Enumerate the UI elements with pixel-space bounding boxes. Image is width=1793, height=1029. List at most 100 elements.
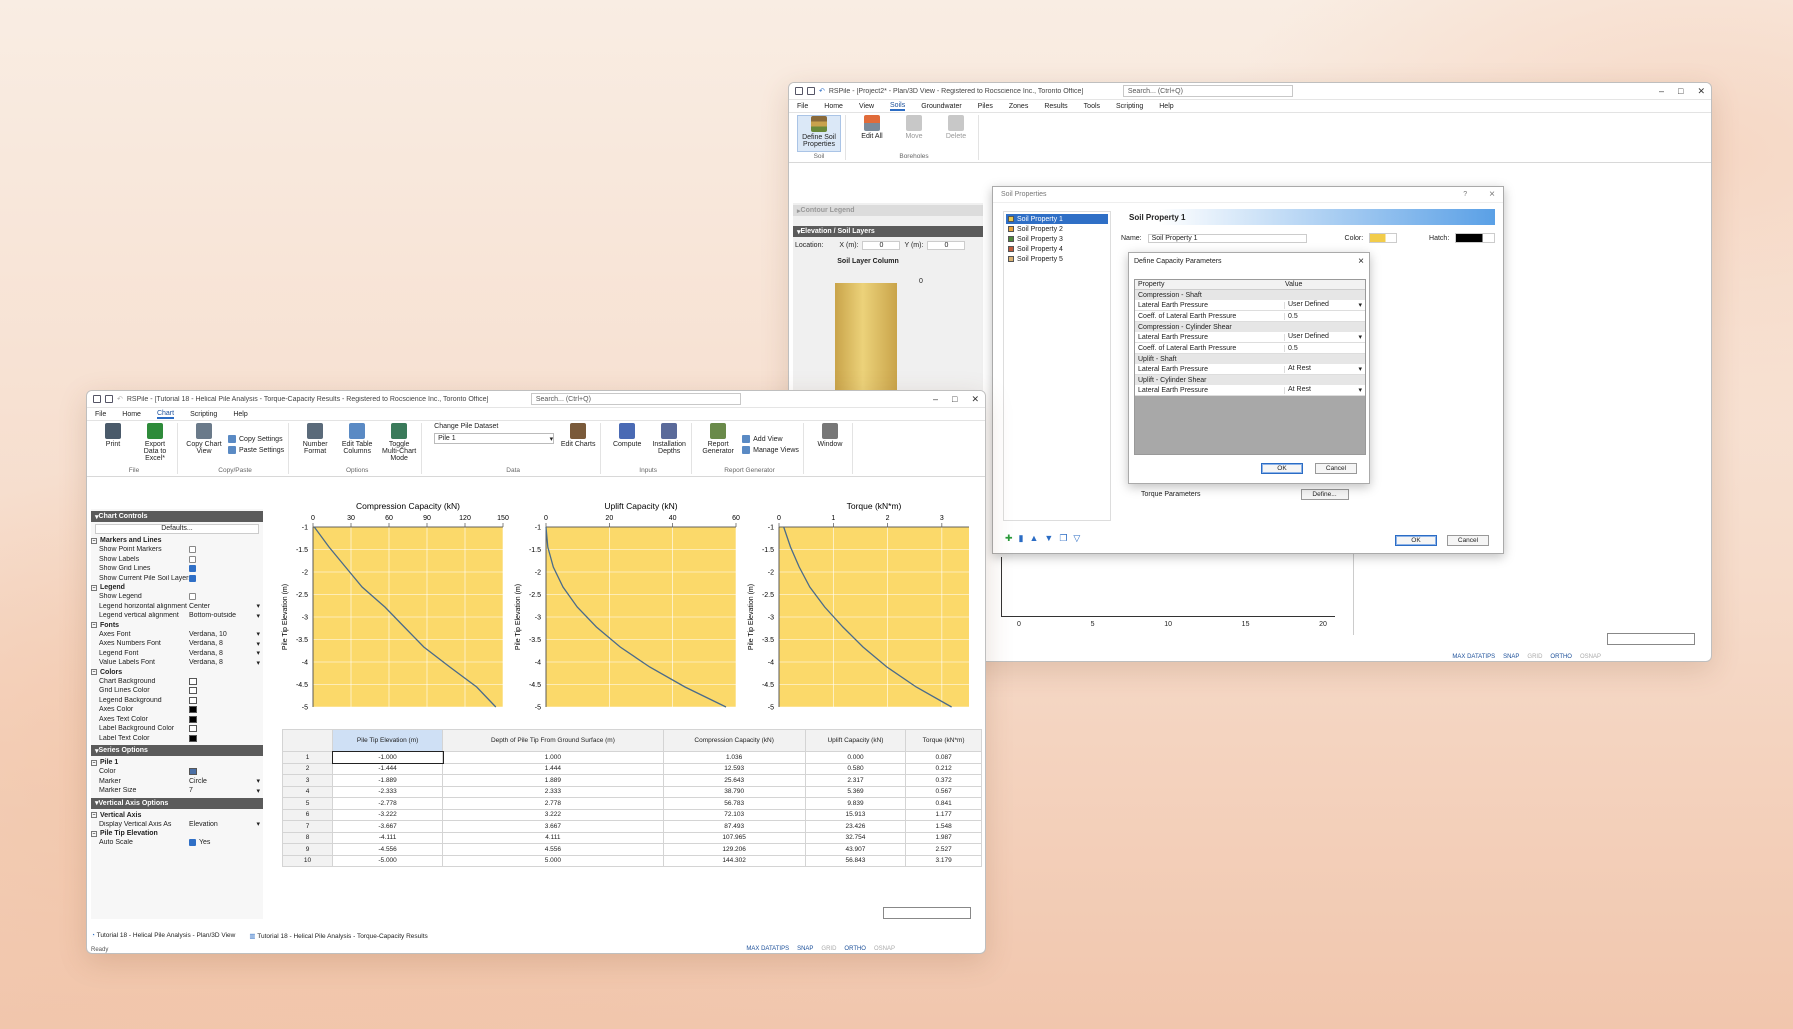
color-swatch[interactable] (189, 768, 197, 776)
table-cell[interactable]: 3.222 (442, 808, 664, 821)
table-cell[interactable]: -2.778 (331, 797, 444, 810)
property-value[interactable]: Circle ▾ (189, 777, 263, 786)
checkbox[interactable] (189, 565, 196, 573)
compute-button[interactable]: Compute (609, 423, 645, 466)
capacity-value[interactable]: At Rest ▾ (1285, 386, 1365, 394)
front-search-input[interactable]: Search... (Ctrl+Q) (530, 393, 741, 405)
export-data-to-excel-button[interactable]: Export Data to Excel* (137, 423, 173, 466)
checkbox[interactable] (189, 839, 196, 847)
soil-ok-button[interactable]: OK (1395, 535, 1437, 546)
table-cell[interactable]: 4.111 (442, 831, 664, 844)
property-value[interactable] (189, 677, 263, 685)
section-header[interactable]: – Legend (91, 583, 263, 592)
close-icon[interactable]: ✕ (1697, 86, 1705, 97)
front-save-icon[interactable] (93, 395, 101, 403)
front-scroll-box[interactable] (883, 907, 971, 919)
column-header[interactable]: Compression Capacity (kN) (662, 729, 806, 752)
property-value[interactable] (189, 565, 263, 573)
menu-help[interactable]: Help (1159, 103, 1173, 110)
table-cell[interactable]: 1.000 (442, 751, 664, 764)
property-value[interactable] (189, 715, 263, 723)
menu-chart[interactable]: Chart (156, 410, 175, 419)
status-osnap[interactable]: OSNAP (874, 946, 895, 952)
table-cell[interactable]: 3.667 (442, 820, 664, 833)
defaults-button[interactable]: Defaults... (95, 524, 259, 534)
table-cell[interactable]: 23.426 (804, 820, 907, 833)
capacity-value[interactable]: 0.5 (1285, 313, 1365, 320)
soil-list-item[interactable]: Soil Property 4 (1006, 244, 1108, 254)
add-icon[interactable]: ✚ (1005, 533, 1013, 544)
table-cell[interactable]: 15.913 (804, 808, 907, 821)
front-print-icon[interactable] (105, 395, 113, 403)
section-header[interactable]: – Colors (91, 668, 263, 677)
table-cell[interactable]: 2.317 (804, 774, 907, 787)
menu-soils[interactable]: Soils (890, 102, 906, 111)
checkbox[interactable] (189, 593, 196, 601)
table-cell[interactable]: 38.790 (662, 785, 806, 798)
checkbox[interactable] (189, 555, 196, 563)
section-header[interactable]: – Vertical Axis (91, 811, 263, 820)
table-cell[interactable]: 3.179 (905, 854, 982, 867)
move-up-icon[interactable]: ▲ (1030, 533, 1039, 544)
table-cell[interactable]: -4.111 (331, 831, 444, 844)
checkbox[interactable] (189, 546, 196, 554)
capacity-ok-button[interactable]: OK (1261, 463, 1303, 474)
soil-list-item[interactable]: Soil Property 2 (1006, 224, 1108, 234)
capacity-cancel-button[interactable]: Cancel (1315, 463, 1357, 474)
table-cell[interactable]: 1.444 (442, 762, 664, 775)
soil-dialog-close-icon[interactable]: × (1489, 189, 1495, 200)
status-osnap[interactable]: OSNAP (1580, 654, 1601, 660)
number-format-button[interactable]: Number Format (297, 423, 333, 466)
property-value[interactable] (189, 687, 263, 695)
elevation-soil-layers-header[interactable]: ▾ Elevation / Soil Layers (793, 226, 983, 237)
property-value[interactable]: Verdana, 10 ▾ (189, 630, 263, 639)
report-generator-button[interactable]: Report Generator (700, 423, 736, 466)
table-cell[interactable]: 32.754 (804, 831, 907, 844)
soil-list-item[interactable]: Soil Property 1 (1006, 214, 1108, 224)
front-maximize-icon[interactable]: □ (952, 394, 957, 405)
row-number[interactable]: 6 (282, 808, 333, 821)
status-max-datatips[interactable]: MAX DATATIPS (746, 946, 789, 952)
table-cell[interactable]: -3.222 (331, 808, 444, 821)
status-snap[interactable]: SNAP (1503, 654, 1519, 660)
property-value[interactable]: Yes (189, 839, 263, 847)
edit-charts-button[interactable]: Edit Charts (560, 423, 596, 466)
table-cell[interactable]: -3.667 (331, 820, 444, 833)
menu-view[interactable]: View (859, 103, 874, 110)
table-cell[interactable]: 4.556 (442, 843, 664, 856)
table-cell[interactable]: 1.548 (905, 820, 982, 833)
menu-groundwater[interactable]: Groundwater (921, 103, 961, 110)
toggle-multi-chart-mode-button[interactable]: Toggle Multi-Chart Mode (381, 423, 417, 466)
move-button[interactable]: Move (896, 115, 932, 152)
checkbox[interactable] (189, 574, 196, 582)
row-number[interactable]: 7 (282, 820, 333, 833)
column-header[interactable]: Torque (kN*m) (905, 729, 982, 752)
table-cell[interactable]: 25.643 (662, 774, 806, 787)
property-value[interactable] (189, 555, 263, 563)
table-cell[interactable]: 2.527 (905, 843, 982, 856)
move-down-icon[interactable]: ▼ (1044, 533, 1053, 544)
color-swatch[interactable] (189, 696, 197, 704)
row-number[interactable]: 9 (282, 843, 333, 856)
delete-button[interactable]: Delete (938, 115, 974, 152)
contour-legend-header[interactable]: ▸ Contour Legend (793, 205, 983, 216)
table-cell[interactable]: 1.889 (442, 774, 664, 787)
series-options-header[interactable]: ▾ Series Options (91, 745, 263, 756)
table-cell[interactable]: 0.087 (905, 751, 982, 764)
row-number[interactable]: 1 (282, 751, 333, 764)
tab-torque-capacity-results[interactable]: ▥ Tutorial 18 - Helical Pile Analysis - … (249, 932, 427, 940)
minimize-icon[interactable]: – (1659, 86, 1664, 97)
filter-icon[interactable]: ▽ (1073, 533, 1080, 544)
table-cell[interactable]: 87.493 (662, 820, 806, 833)
section-header[interactable]: – Fonts (91, 621, 263, 630)
row-number[interactable]: 2 (282, 762, 333, 775)
property-value[interactable] (189, 734, 263, 742)
soil-list-item[interactable]: Soil Property 5 (1006, 254, 1108, 264)
table-cell[interactable]: 1.036 (662, 751, 806, 764)
table-cell[interactable]: 0.580 (804, 762, 907, 775)
property-value[interactable] (189, 593, 263, 601)
color-swatch[interactable] (189, 677, 197, 685)
property-value[interactable] (189, 768, 263, 776)
menu-home[interactable]: Home (122, 411, 141, 418)
menu-help[interactable]: Help (233, 411, 247, 418)
